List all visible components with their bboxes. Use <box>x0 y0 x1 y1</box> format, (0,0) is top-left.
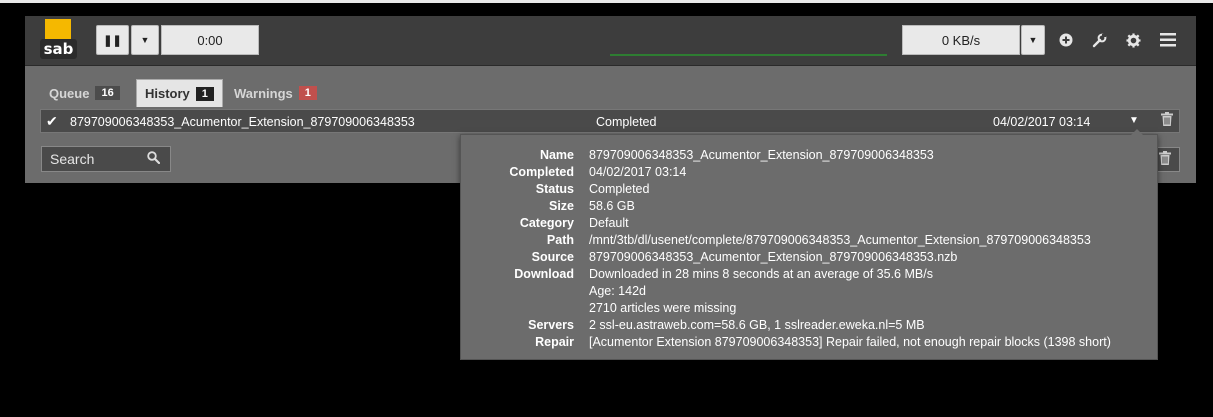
trash-icon[interactable] <box>1161 112 1173 129</box>
chevron-down-icon: ▼ <box>1028 35 1038 45</box>
chevron-down-icon: ▼ <box>140 35 150 45</box>
detail-completed: Completed 04/02/2017 03:14 <box>461 164 1159 181</box>
detail-size: Size 58.6 GB <box>461 198 1159 215</box>
detail-value: Default <box>589 216 629 230</box>
speed-limit-field[interactable]: 0 KB/s <box>902 25 1020 55</box>
checkmark-icon: ✔ <box>46 113 58 129</box>
detail-source: Source 879709006348353_Acumentor_Extensi… <box>461 249 1159 266</box>
sab-logo[interactable]: sab <box>39 19 77 61</box>
detail-label: Source <box>531 250 574 264</box>
detail-value: [Acumentor Extension 879709006348353] Re… <box>589 335 1111 349</box>
tab-queue-label: Queue <box>49 85 90 101</box>
add-nzb-icon[interactable] <box>1056 30 1076 50</box>
pause-icon: ❚❚ <box>103 34 122 47</box>
detail-value: 04/02/2017 03:14 <box>589 165 687 179</box>
tab-warnings[interactable]: Warnings 1 <box>234 79 317 107</box>
history-item-name: 879709006348353_Acumentor_Extension_8797… <box>70 115 415 129</box>
tab-history[interactable]: History 1 <box>136 79 223 107</box>
detail-label: Name <box>539 148 574 162</box>
tab-queue[interactable]: Queue 16 <box>49 79 120 107</box>
history-item-date: 04/02/2017 03:14 <box>993 115 1091 129</box>
detail-value: 879709006348353_Acumentor_Extension_8797… <box>589 250 958 264</box>
detail-value: /mnt/3tb/dl/usenet/complete/879709006348… <box>589 233 1091 247</box>
pause-button[interactable]: ❚❚ <box>96 25 129 55</box>
detail-label: Download <box>514 267 574 281</box>
pause-options-button[interactable]: ▼ <box>131 25 159 55</box>
logo-text: sab <box>40 39 77 59</box>
detail-servers: Servers 2 ssl-eu.astraweb.com=58.6 GB, 1… <box>461 317 1159 334</box>
detail-name: Name 879709006348353_Acumentor_Extension… <box>461 147 1159 164</box>
window-top-border <box>0 0 1213 3</box>
search-placeholder: Search <box>50 151 95 167</box>
detail-value: 2 ssl-eu.astraweb.com=58.6 GB, 1 sslread… <box>589 318 925 332</box>
detail-label: Path <box>546 233 574 247</box>
detail-download: Download Downloaded in 28 mins 8 seconds… <box>461 266 1159 283</box>
detail-value: 2710 articles were missing <box>589 301 737 315</box>
detail-path: Path /mnt/3tb/dl/usenet/complete/8797090… <box>461 232 1159 249</box>
speed-limit-dropdown[interactable]: ▼ <box>1021 25 1045 55</box>
detail-value: Age: 142d <box>589 284 646 298</box>
detail-label: Servers <box>528 318 574 332</box>
gear-icon[interactable] <box>1123 30 1143 50</box>
queue-count-badge: 16 <box>95 86 120 100</box>
tab-history-label: History <box>145 86 190 101</box>
trash-icon <box>1158 151 1171 168</box>
detail-label: Category <box>519 216 574 230</box>
history-count-badge: 1 <box>195 86 214 101</box>
detail-label: Size <box>548 199 574 213</box>
history-row[interactable]: ✔ 879709006348353_Acumentor_Extension_87… <box>40 109 1180 133</box>
menu-icon[interactable] <box>1158 30 1178 50</box>
detail-value: Completed <box>589 182 650 196</box>
download-progress-bar <box>610 54 887 56</box>
wrench-icon[interactable] <box>1089 30 1109 50</box>
detail-category: Category Default <box>461 215 1159 232</box>
search-icon <box>147 151 161 167</box>
detail-value: Downloaded in 28 mins 8 seconds at an av… <box>589 267 933 281</box>
toolbar: sab ❚❚ ▼ 0:00 0 KB/s ▼ <box>25 16 1196 66</box>
popover-arrow <box>1131 129 1143 135</box>
detail-label: Status <box>535 182 574 196</box>
pause-timer[interactable]: 0:00 <box>161 25 259 55</box>
detail-missing-articles: 2710 articles were missing <box>461 300 1159 317</box>
chevron-down-icon[interactable]: ▼ <box>1129 115 1139 126</box>
search-input[interactable]: Search <box>41 146 171 172</box>
history-item-status: Completed <box>596 115 657 129</box>
detail-value: 58.6 GB <box>589 199 635 213</box>
warnings-count-badge: 1 <box>298 86 317 100</box>
detail-label: Repair <box>535 335 574 349</box>
tab-warnings-label: Warnings <box>234 85 293 101</box>
detail-repair: Repair [Acumentor Extension 879709006348… <box>461 334 1159 351</box>
history-details-popover: Name 879709006348353_Acumentor_Extension… <box>460 129 1159 360</box>
detail-status: Status Completed <box>461 181 1159 198</box>
detail-value: 879709006348353_Acumentor_Extension_8797… <box>589 148 934 162</box>
detail-label: Completed <box>509 165 574 179</box>
detail-age: Age: 142d <box>461 283 1159 300</box>
